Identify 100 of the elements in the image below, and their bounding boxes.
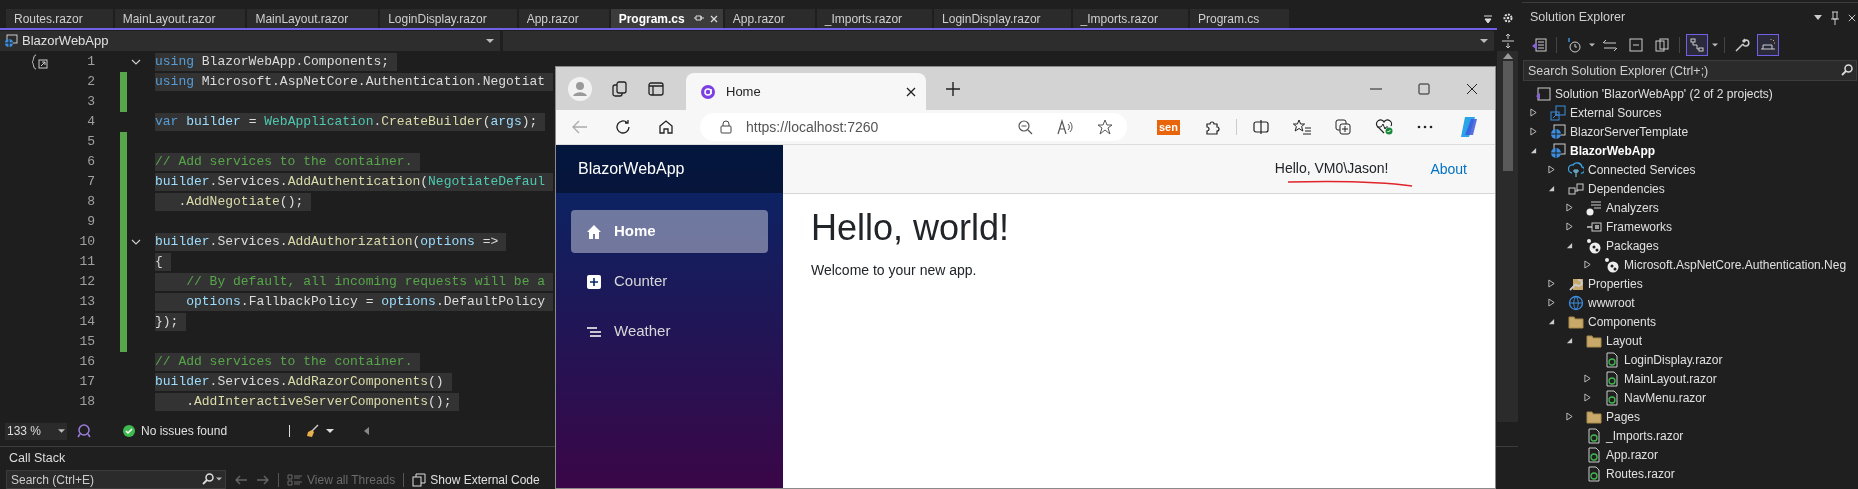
tree-item[interactable]: Connected Services [1522,160,1858,179]
tree-item[interactable]: Solution 'BlazorWebApp' (2 of 2 projects) [1522,84,1858,103]
collapsed-arrow-icon[interactable] [1566,203,1573,212]
collapsed-arrow-icon[interactable] [1548,298,1555,307]
editor-tab[interactable]: Program.cs [610,9,723,28]
settings-icon[interactable] [1501,12,1514,24]
tree-item[interactable]: MainLayout.razor [1522,369,1858,388]
more-icon[interactable] [1416,125,1433,129]
editor-tab[interactable]: App.razor [724,9,815,28]
razor-file-icon [1604,351,1620,368]
collapse-chevron-icon[interactable] [131,59,141,65]
expanded-arrow-icon[interactable] [1530,147,1537,154]
expanded-arrow-icon[interactable] [1566,242,1573,249]
collapse-chevron-icon[interactable] [131,239,141,245]
address-bar[interactable]: https://localhost:7260 [700,113,1127,141]
preview-button[interactable] [1757,34,1779,56]
editor-tab[interactable]: _Imports.razor [1072,9,1188,28]
back-arrow-icon[interactable] [234,474,248,485]
expanded-arrow-icon[interactable] [1548,318,1555,325]
tree-item[interactable]: Layout [1522,331,1858,350]
collapsed-arrow-icon[interactable] [1530,108,1537,117]
close-icon[interactable] [906,86,916,97]
search-field[interactable]: Search (Ctrl+E) [6,470,226,489]
tab-list-dropdown-icon[interactable] [1483,14,1493,24]
browser-tab[interactable]: Home [686,73,926,110]
collapsed-arrow-icon[interactable] [1566,412,1573,421]
collapsed-arrow-icon[interactable] [1548,165,1555,174]
about-link[interactable]: About [1430,158,1467,180]
collapsed-arrow-icon[interactable] [1584,374,1591,383]
star-icon[interactable] [1097,119,1113,135]
nav-link[interactable]: Weather [571,310,768,353]
line-number: 14 [78,313,95,332]
favorites-icon[interactable] [1292,119,1311,135]
cleanup-brush-icon[interactable] [306,424,321,438]
zoom-out-icon[interactable] [1017,119,1033,135]
nav-link[interactable]: Home [571,210,768,253]
heart-pulse-icon[interactable] [1374,119,1393,135]
editor-tab[interactable]: App.razor [518,9,609,28]
tree-item[interactable]: Analyzers [1522,198,1858,217]
vertical-tabs-icon[interactable] [648,80,664,97]
tree-item[interactable]: Routes.razor [1522,464,1858,483]
project-dropdown[interactable]: BlazorWebApp [0,31,500,51]
editor-tab[interactable]: Routes.razor [6,9,113,28]
tree-item[interactable]: NavMenu.razor [1522,388,1858,407]
dropdown-icon[interactable] [1814,15,1822,20]
forward-arrow-icon[interactable] [256,474,270,485]
panel-title: Solution Explorer [1530,9,1626,27]
search-field[interactable]: Search Solution Explorer (Ctrl+;) [1523,60,1857,81]
collapsed-arrow-icon[interactable] [1566,222,1573,231]
tree-item[interactable]: BlazorWebApp [1522,141,1858,160]
new-tab-icon[interactable] [946,81,960,96]
toolbar-button[interactable]: Show External Code [412,470,540,489]
tree-item[interactable]: Frameworks [1522,217,1858,236]
home-icon[interactable] [658,119,674,135]
editor-tab[interactable]: _Imports.razor [816,9,933,28]
issues-status[interactable]: No issues found [141,422,228,440]
workspaces-icon[interactable] [612,80,628,97]
tree-item[interactable]: Pages [1522,407,1858,426]
expanded-arrow-icon[interactable] [1566,337,1573,344]
collapsed-arrow-icon[interactable] [1548,279,1555,288]
split-window-icon[interactable] [1501,34,1514,48]
tree-item[interactable]: External Sources [1522,103,1858,122]
tree-item[interactable]: BlazorServerTemplate [1522,122,1858,141]
close-icon[interactable] [1466,82,1478,95]
read-aloud-icon[interactable] [1057,119,1075,135]
tree-item[interactable]: Properties [1522,274,1858,293]
scope-icon[interactable] [31,54,49,70]
scroll-left-icon[interactable] [364,427,370,435]
tree-item[interactable]: _Imports.razor [1522,426,1858,445]
maximize-icon[interactable] [1418,82,1430,95]
scrollbar-thumb[interactable] [1502,61,1513,171]
collapsed-arrow-icon[interactable] [1584,260,1591,269]
split-screen-icon[interactable] [1252,119,1269,135]
expanded-arrow-icon[interactable] [1548,185,1555,192]
close-icon[interactable] [708,13,719,24]
collapsed-arrow-icon[interactable] [1584,393,1591,402]
zoom-dropdown[interactable]: 133 % [5,422,67,440]
tree-item[interactable]: Packages [1522,236,1858,255]
tree-item[interactable]: wwwroot [1522,293,1858,312]
extensions-icon[interactable] [1203,119,1220,135]
nav-link[interactable]: Counter [571,260,768,303]
tree-view-button[interactable] [1686,34,1708,56]
line-number: 6 [86,153,95,172]
tree-item[interactable]: Components [1522,312,1858,331]
collections-icon[interactable] [1334,119,1351,135]
editor-tab[interactable]: LoginDisplay.razor [380,9,517,28]
tree-item[interactable]: Microsoft.AspNetCore.Authentication.Neg [1522,255,1858,274]
collapsed-arrow-icon[interactable] [1530,127,1537,136]
editor-tab[interactable]: MainLayout.razor [114,9,246,28]
tree-item[interactable]: App.razor [1522,445,1858,464]
properties-wrench-icon [1734,37,1750,53]
tree-item[interactable]: Dependencies [1522,179,1858,198]
editor-tab[interactable]: Program.cs [1189,9,1290,28]
razor-file-icon [1586,465,1602,482]
vertical-scrollbar[interactable] [1497,51,1518,422]
scroll-up-icon[interactable] [1502,53,1513,59]
tree-item[interactable]: LoginDisplay.razor [1522,350,1858,369]
refresh-icon[interactable] [615,119,631,135]
editor-tab[interactable]: MainLayout.razor [247,9,379,28]
editor-tab[interactable]: LoginDisplay.razor [934,9,1071,28]
